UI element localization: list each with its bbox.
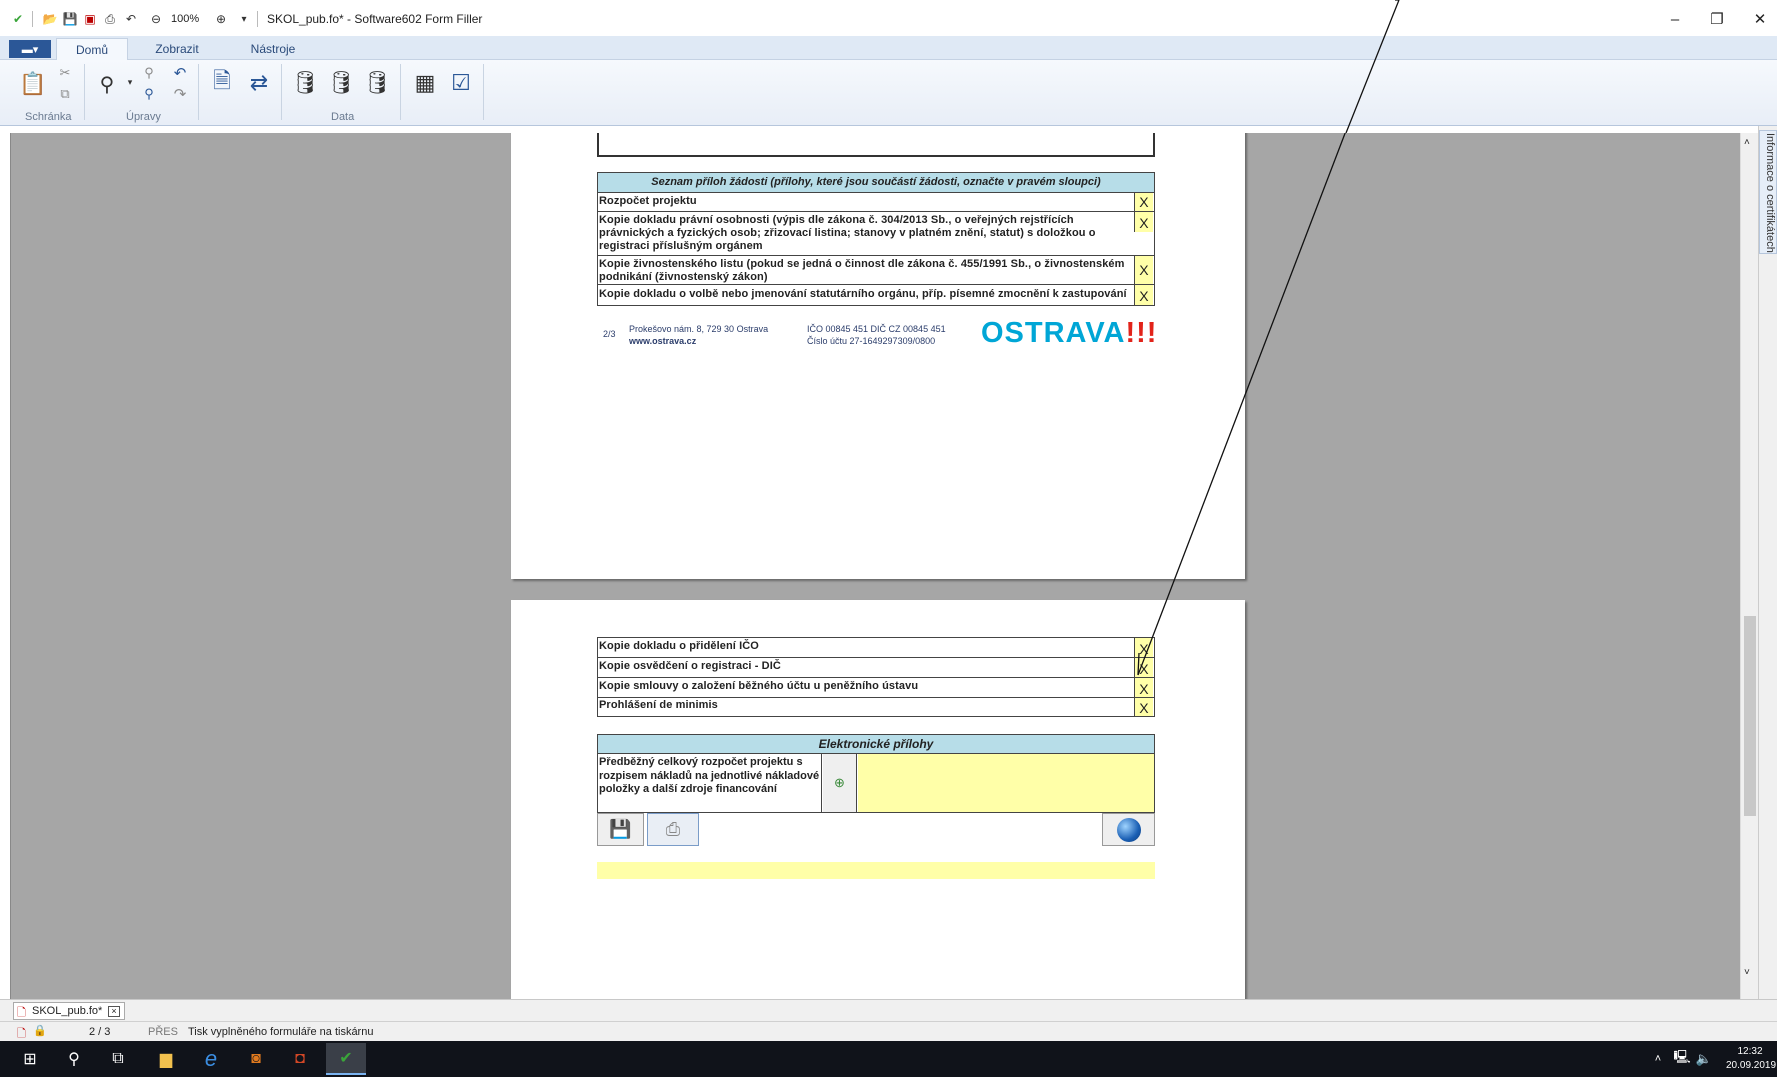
arrow-line-segment xyxy=(1345,0,1400,133)
status-page: 2 / 3 xyxy=(89,1026,111,1038)
arrow-line xyxy=(1137,133,1346,676)
scrollbar-thumb[interactable] xyxy=(1744,616,1756,816)
vertical-scrollbar[interactable]: ˄ ˅ xyxy=(1740,133,1758,999)
lock-icon: 🔒 xyxy=(33,1025,47,1037)
status-bar: 🗋 🔒 2 / 3 PŘES Tisk vyplněného formuláře… xyxy=(0,1021,1777,1041)
right-sidebar: Informace o certifikátech xyxy=(1758,126,1777,1026)
show-hidden-icons-icon[interactable]: ˄ xyxy=(1648,1043,1668,1075)
file-explorer-icon[interactable]: ▆ xyxy=(146,1043,186,1075)
document-workspace[interactable]: Seznam příloh žádosti (přílohy, které js… xyxy=(10,133,1740,999)
certificate-info-tab[interactable]: Informace o certifikátech xyxy=(1759,130,1777,254)
scroll-up-icon[interactable]: ˄ xyxy=(1744,137,1750,148)
document-tab-strip: 🗋 SKOL_pub.fo* × xyxy=(0,999,1777,1021)
status-message: Tisk vyplněného formuláře na tiskárnu xyxy=(188,1026,374,1038)
network-icon[interactable]: 🖳 xyxy=(1672,1043,1692,1075)
scroll-down-icon[interactable]: ˅ xyxy=(1744,967,1750,978)
start-button-icon[interactable]: ⊞ xyxy=(10,1043,50,1075)
document-tab-label: SKOL_pub.fo* xyxy=(32,1005,103,1017)
clock-date: 20.09.2019 xyxy=(1726,1060,1777,1071)
document-tab-close-button[interactable]: × xyxy=(108,1005,120,1017)
search-icon[interactable]: ⚲ xyxy=(54,1043,94,1075)
outlook-icon[interactable]: ◙ xyxy=(236,1043,276,1075)
document-tab[interactable]: 🗋 SKOL_pub.fo* × xyxy=(13,1002,125,1020)
internet-explorer-icon[interactable]: e xyxy=(191,1043,231,1075)
annotation-arrow xyxy=(1137,133,1346,676)
clock-time: 12:32 xyxy=(1737,1046,1763,1057)
form-filler-taskbar-icon[interactable]: ✔ xyxy=(326,1043,366,1075)
status-mode: PŘES xyxy=(148,1026,178,1038)
powerpoint-icon[interactable]: ◘ xyxy=(280,1043,320,1075)
clock[interactable]: 12:32 20.09.2019 xyxy=(1726,1045,1777,1073)
annotation-arrow-top xyxy=(1345,0,1400,133)
task-view-icon[interactable]: ⧉ xyxy=(98,1043,138,1075)
volume-muted-icon[interactable]: 🔈 xyxy=(1694,1043,1714,1075)
